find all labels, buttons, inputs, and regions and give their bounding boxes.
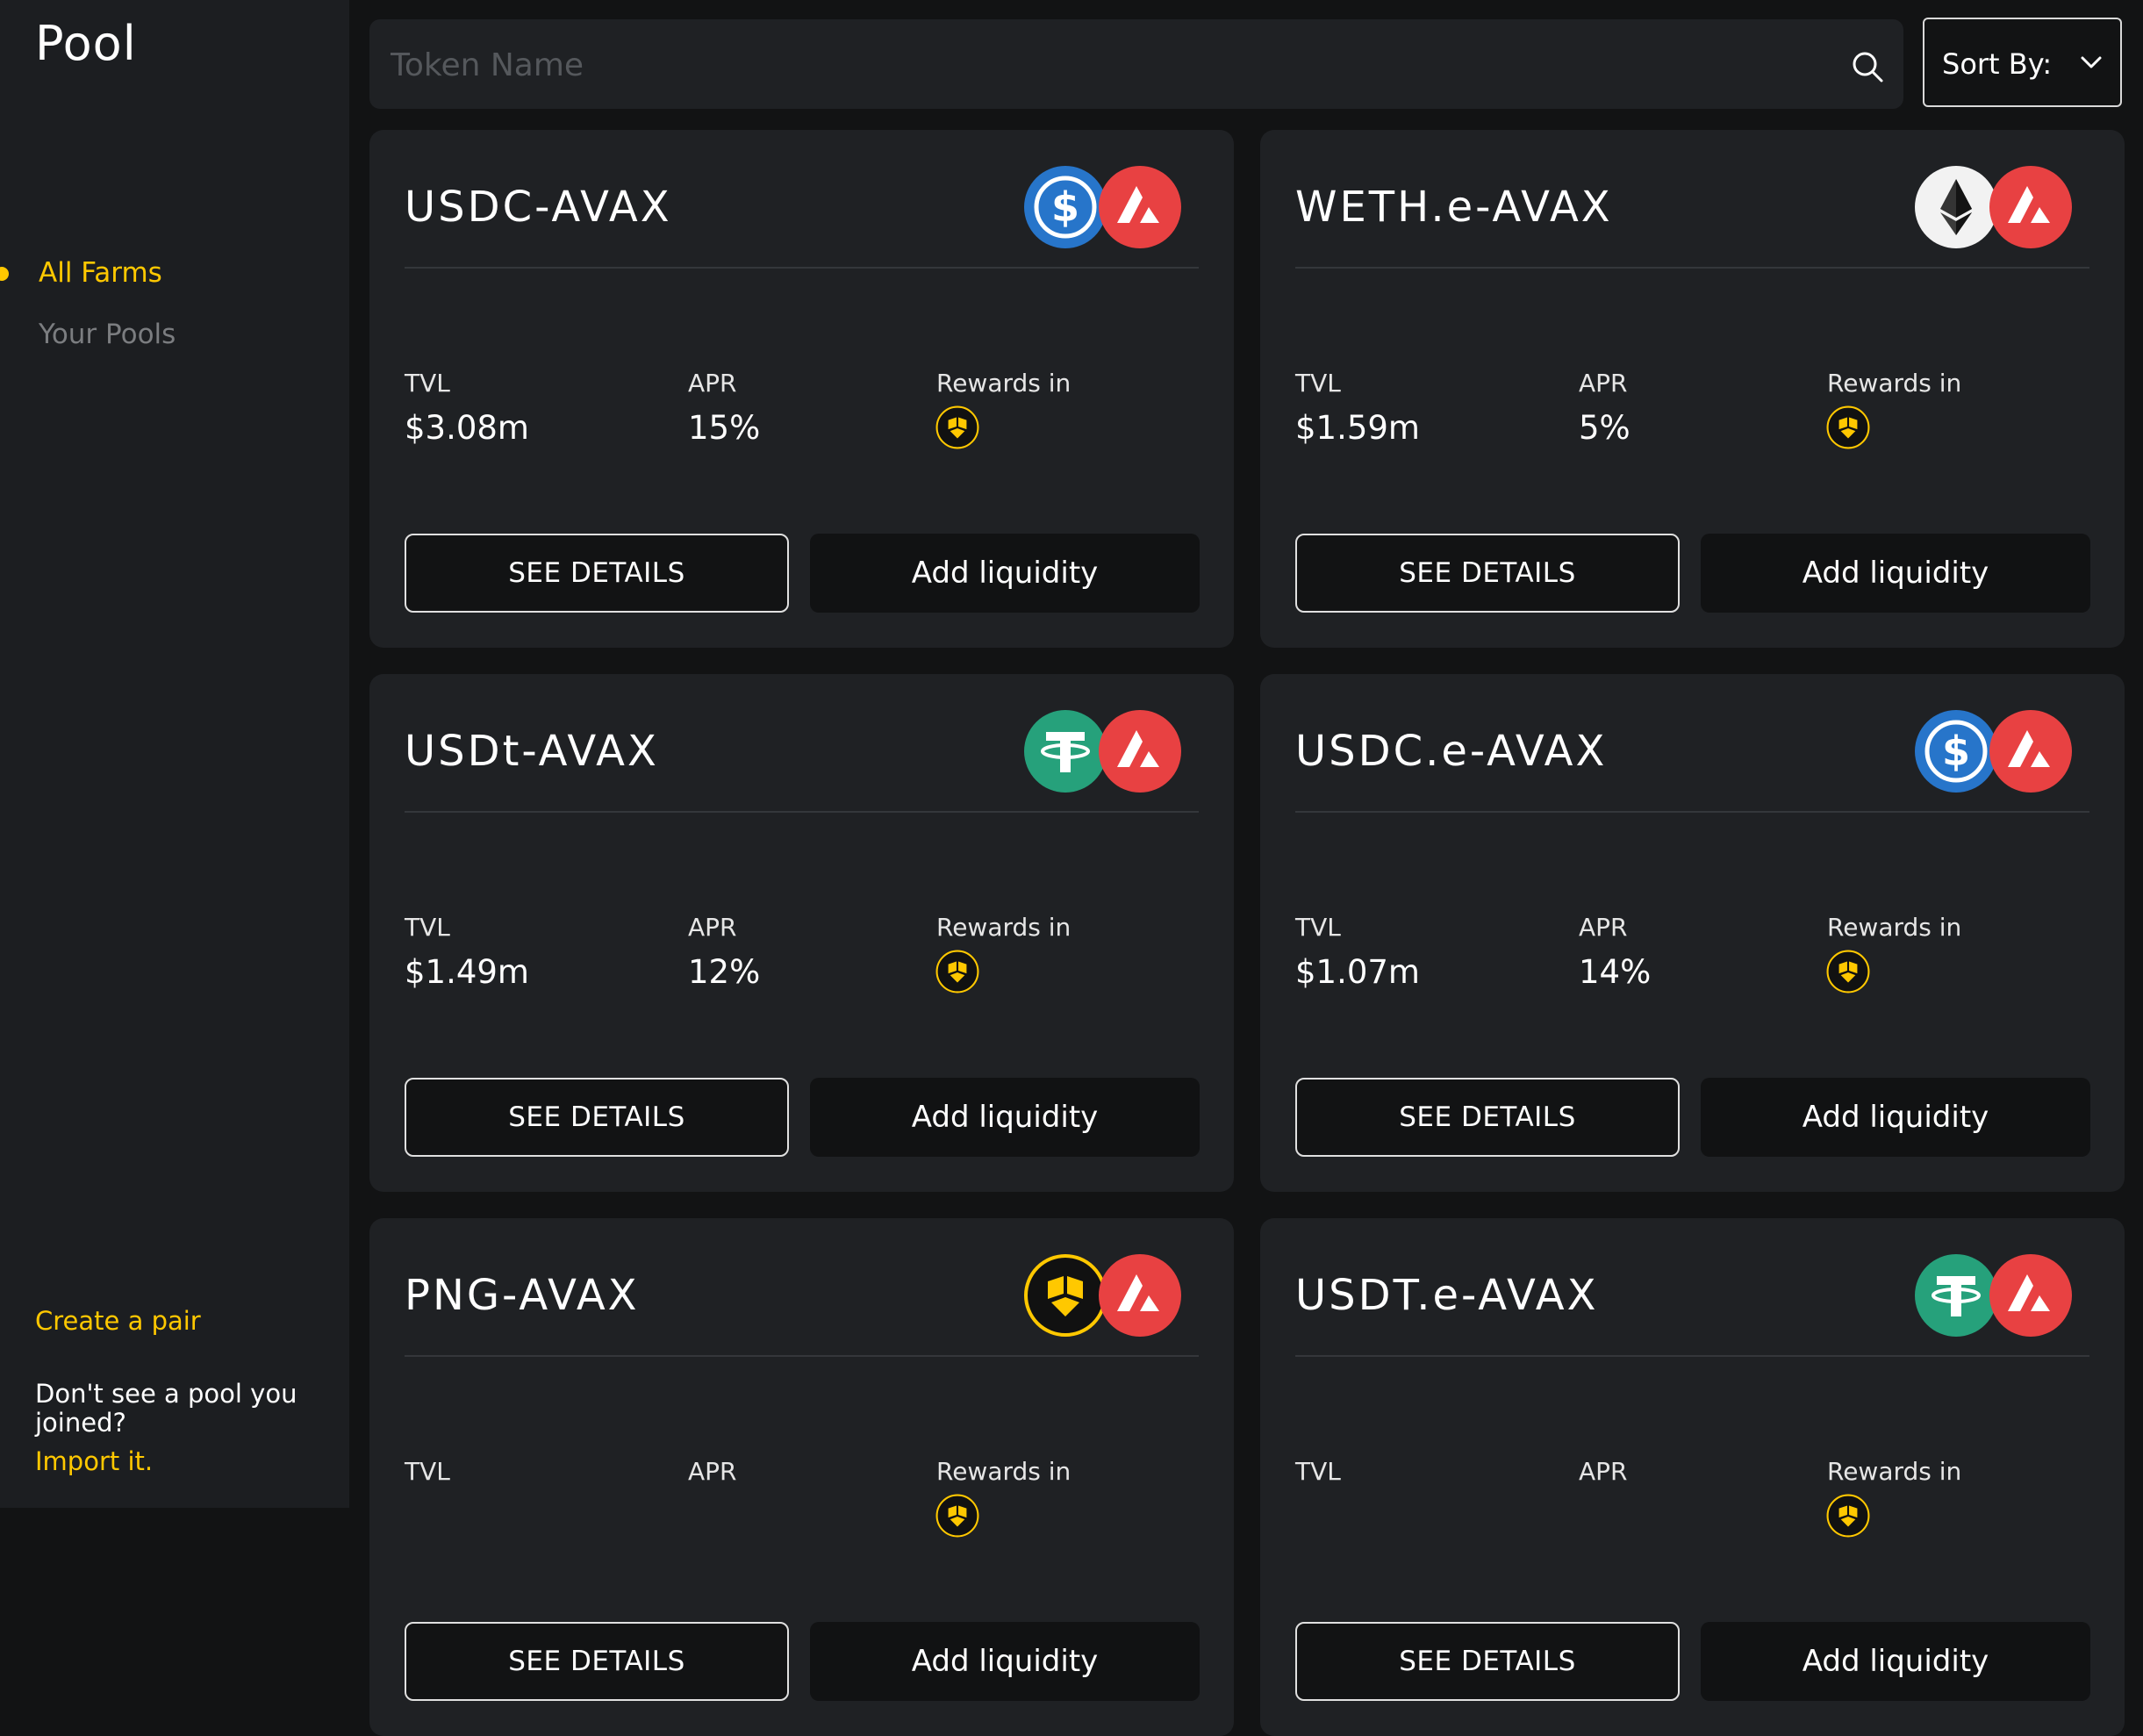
usdc-icon [1914,709,1998,793]
png-icon [935,1494,979,1538]
pool-pair-name: WETH.e-AVAX [1295,183,1613,232]
apr-label: APR [688,913,737,942]
card-divider [1295,1355,2089,1357]
import-pool-link[interactable]: Import it. [35,1446,153,1476]
tvl-label: TVL [1295,913,1341,942]
png-icon [935,405,979,449]
pool-card: USDC.e-AVAX TVL APR Rewards in $1.07m 14… [1260,674,2125,1192]
tvl-label: TVL [1295,1457,1341,1486]
png-icon [1826,405,1870,449]
tvl-label: TVL [405,1457,450,1486]
rewards-label: Rewards in [1827,913,1962,942]
pool-card: WETH.e-AVAX TVL APR Rewards in $1.59m 5%… [1260,130,2125,648]
page-title: Pool [35,16,137,71]
tvl-value: $3.08m [405,409,529,447]
pool-card: USDt-AVAX TVL APR Rewards in $1.49m 12% … [369,674,1234,1192]
tvl-label: TVL [1295,369,1341,398]
eth-icon [1914,165,1998,249]
add-liquidity-button[interactable]: Add liquidity [1701,1622,2090,1701]
apr-value: 14% [1579,953,1652,991]
apr-value: 5% [1579,409,1631,447]
see-details-button[interactable]: SEE DETAILS [1295,534,1680,613]
see-details-button[interactable]: SEE DETAILS [1295,1622,1680,1701]
rewards-label: Rewards in [1827,1457,1962,1486]
png-icon [1826,950,1870,994]
pool-pair-name: USDt-AVAX [405,727,659,776]
sort-label: Sort By: [1942,47,2053,81]
tvl-label: TVL [405,369,450,398]
pool-card: USDC-AVAX TVL APR Rewards in $3.08m 15% … [369,130,1234,648]
rewards-label: Rewards in [1827,369,1962,398]
apr-label: APR [688,1457,737,1486]
rewards-label: Rewards in [936,1457,1072,1486]
card-divider [1295,811,2089,813]
see-details-button[interactable]: SEE DETAILS [405,1622,789,1701]
png-icon [1023,1253,1107,1338]
card-divider [405,811,1199,813]
apr-label: APR [1579,1457,1628,1486]
see-details-button[interactable]: SEE DETAILS [405,534,789,613]
add-liquidity-button[interactable]: Add liquidity [1701,534,2090,613]
avax-icon [1098,1253,1182,1338]
card-divider [1295,267,2089,269]
pool-card: PNG-AVAX TVL APR Rewards in SEE DETAILS … [369,1218,1234,1736]
pool-pair-name: USDC.e-AVAX [1295,727,1608,776]
avax-icon [1989,709,2073,793]
apr-label: APR [1579,913,1628,942]
nav-your-pools[interactable]: Your Pools [39,319,176,350]
card-divider [405,1355,1199,1357]
search-icon[interactable] [1851,50,1884,83]
add-liquidity-button[interactable]: Add liquidity [810,1622,1200,1701]
add-liquidity-button[interactable]: Add liquidity [1701,1078,2090,1157]
pool-pair-name: PNG-AVAX [405,1271,640,1320]
add-liquidity-button[interactable]: Add liquidity [810,534,1200,613]
card-divider [405,267,1199,269]
avax-icon [1098,709,1182,793]
create-pair-link[interactable]: Create a pair [35,1306,201,1336]
apr-label: APR [1579,369,1628,398]
png-icon [1826,1494,1870,1538]
missing-pool-text: Don't see a pool you joined? [35,1379,297,1438]
apr-value: 12% [688,953,761,991]
sidebar: Pool All Farms Your Pools Create a pair … [0,0,349,1508]
tether-icon [1914,1253,1998,1338]
add-liquidity-button[interactable]: Add liquidity [810,1078,1200,1157]
active-indicator [0,267,9,281]
see-details-button[interactable]: SEE DETAILS [405,1078,789,1157]
rewards-label: Rewards in [936,369,1072,398]
usdc-icon [1023,165,1107,249]
avax-icon [1989,165,2073,249]
pool-card: USDT.e-AVAX TVL APR Rewards in SEE DETAI… [1260,1218,2125,1736]
apr-label: APR [688,369,737,398]
tether-icon [1023,709,1107,793]
tvl-value: $1.59m [1295,409,1420,447]
pool-pair-name: USDT.e-AVAX [1295,1271,1599,1320]
apr-value: 15% [688,409,761,447]
tvl-label: TVL [405,913,450,942]
chevron-down-icon [2080,54,2103,70]
search-bar [369,19,1903,111]
sort-dropdown[interactable]: Sort By: [1923,18,2122,107]
rewards-label: Rewards in [936,913,1072,942]
png-icon [935,950,979,994]
see-details-button[interactable]: SEE DETAILS [1295,1078,1680,1157]
tvl-value: $1.49m [405,953,529,991]
nav-all-farms[interactable]: All Farms [39,257,162,289]
pool-pair-name: USDC-AVAX [405,183,672,232]
avax-icon [1989,1253,2073,1338]
search-input[interactable] [389,19,1796,111]
avax-icon [1098,165,1182,249]
tvl-value: $1.07m [1295,953,1420,991]
